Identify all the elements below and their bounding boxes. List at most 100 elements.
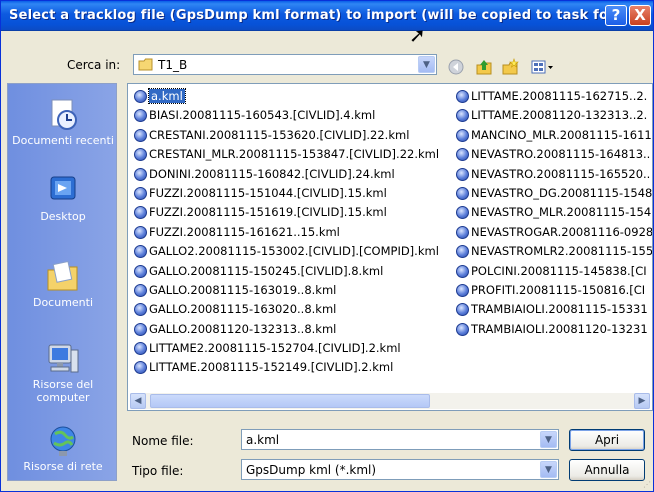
folder-icon: [138, 58, 153, 71]
file-item[interactable]: GALLO.20081115-163020..8.kml: [132, 300, 454, 319]
kml-file-icon: [134, 225, 147, 239]
place-label: Desktop: [40, 210, 86, 223]
place-recent-documents[interactable]: Documenti recenti: [8, 98, 118, 147]
file-name: LITTAME.20081115-152149.[CIVLID].2.kml: [149, 360, 394, 375]
network-places-icon: [50, 426, 76, 456]
scroll-right-icon[interactable]: ▶: [634, 393, 650, 409]
filename-input[interactable]: a.kml ▼: [241, 429, 559, 450]
file-item[interactable]: NEVASTROGAR.20081116-0928: [454, 223, 653, 242]
chevron-down-icon[interactable]: ▼: [540, 461, 557, 478]
file-name: LITTAME2.20081115-152704.[CIVLID].2.kml: [149, 341, 401, 356]
up-folder-icon[interactable]: [475, 58, 493, 76]
file-name: TRAMBIAIOLI.20081120-13231: [471, 321, 648, 336]
file-item[interactable]: NEVASTRO_DG.20081115-1548: [454, 184, 653, 203]
file-item[interactable]: FUZZI.20081115-161621..15.kml: [132, 223, 454, 242]
file-item[interactable]: CRESTANI.20081115-153620.[CIVLID].22.kml: [132, 126, 454, 145]
kml-file-icon: [134, 128, 147, 142]
file-item[interactable]: BIASI.20081115-160543.[CIVLID].4.kml: [132, 106, 454, 125]
file-name: NEVASTRO_MLR.20081115-154: [471, 205, 652, 220]
file-open-dialog: Select a tracklog file (GpsDump kml form…: [0, 0, 654, 492]
file-name: GALLO.20081120-132313..8.kml: [149, 321, 337, 336]
places-bar: Documenti recenti Desktop Documenti Riso…: [7, 83, 117, 481]
file-name: NEVASTRO.20081115-164813..: [471, 147, 651, 162]
filename-value: a.kml: [246, 433, 280, 447]
file-name: FUZZI.20081115-161621..15.kml: [149, 224, 340, 239]
chevron-down-icon[interactable]: ▼: [418, 56, 435, 73]
file-name: NEVASTRO_DG.20081115-1548: [471, 185, 653, 200]
file-item[interactable]: GALLO2.20081115-153002.[CIVLID].[COMPID]…: [132, 242, 454, 261]
look-in-combo[interactable]: T1_B ▼: [133, 54, 437, 75]
file-item[interactable]: TRAMBIAIOLI.20081120-13231: [454, 320, 652, 339]
title-bar[interactable]: Select a tracklog file (GpsDump kml form…: [1, 1, 653, 31]
file-item[interactable]: FUZZI.20081115-151044.[CIVLID].15.kml: [132, 184, 454, 203]
place-network[interactable]: Risorse di rete: [8, 424, 118, 473]
place-my-documents[interactable]: Documenti: [8, 260, 118, 309]
file-item[interactable]: TRAMBIAIOLI.20081115-15331: [454, 300, 652, 319]
file-name: a.kml: [148, 88, 186, 104]
cancel-button[interactable]: Annulla: [569, 459, 645, 481]
kml-file-icon: [134, 90, 147, 103]
resize-grip[interactable]: ⋰: [643, 480, 651, 489]
file-item[interactable]: GALLO.20081115-150245.[CIVLID].8.kml: [132, 262, 454, 281]
cancel-button-label: Annulla: [584, 463, 630, 477]
file-name: FUZZI.20081115-151619.[CIVLID].15.kml: [149, 205, 387, 220]
my-documents-icon: [47, 260, 78, 291]
file-item[interactable]: GALLO.20081115-163019..8.kml: [132, 281, 454, 300]
kml-file-icon: [134, 109, 147, 123]
place-desktop[interactable]: Desktop: [8, 174, 118, 223]
mouse-cursor-icon: ➚: [409, 23, 426, 47]
file-name: NEVASTROGAR.20081116-0928: [471, 224, 653, 239]
file-item[interactable]: MANCINO_MLR.20081115-1611: [454, 126, 652, 145]
kml-file-icon: [456, 245, 469, 259]
file-name: LITTAME.20081120-132313..2.: [471, 108, 648, 123]
scroll-left-icon[interactable]: ◀: [130, 393, 146, 409]
place-label: Documenti recenti: [12, 134, 114, 147]
file-item[interactable]: CRESTANI_MLR.20081115-153847.[CIVLID].22…: [132, 145, 454, 164]
scrollbar-thumb[interactable]: [150, 394, 430, 408]
open-button[interactable]: Apri: [569, 429, 645, 451]
place-my-computer[interactable]: Risorse del computer: [8, 342, 118, 404]
chevron-down-icon[interactable]: ▼: [540, 431, 557, 448]
back-icon[interactable]: [447, 58, 465, 76]
file-item[interactable]: LITTAME.20081115-152149.[CIVLID].2.kml: [132, 358, 454, 377]
file-item[interactable]: NEVASTRO.20081115-164813..: [454, 145, 652, 164]
file-name: FUZZI.20081115-151044.[CIVLID].15.kml: [149, 185, 387, 200]
kml-file-icon: [134, 303, 147, 317]
file-item[interactable]: GALLO.20081120-132313..8.kml: [132, 320, 454, 339]
place-label: Risorse del computer: [32, 378, 94, 404]
file-name: CRESTANI_MLR.20081115-153847.[CIVLID].22…: [149, 147, 440, 162]
file-item[interactable]: LITTAME.20081120-132313..2.: [454, 106, 652, 125]
kml-file-icon: [456, 322, 469, 336]
place-label: Documenti: [32, 296, 94, 309]
file-item[interactable]: LITTAME.20081115-162715..2.: [454, 87, 652, 106]
filetype-select[interactable]: GpsDump kml (*.kml) ▼: [241, 459, 559, 480]
file-item[interactable]: FUZZI.20081115-151619.[CIVLID].15.kml: [132, 203, 454, 222]
file-item[interactable]: DONINI.20081115-160842.[CIVLID].24.kml: [132, 165, 454, 184]
kml-file-icon: [134, 206, 147, 220]
file-list[interactable]: a.kml BIASI.20081115-160543.[CIVLID].4.km…: [127, 83, 653, 411]
close-button[interactable]: X: [629, 5, 651, 26]
file-name: NEVASTRO.20081115-165520..: [471, 166, 651, 181]
file-list-column: LITTAME.20081115-162715..2. LITTAME.20081…: [454, 87, 653, 339]
kml-file-icon: [134, 264, 147, 278]
desktop-icon: [50, 176, 76, 200]
file-item[interactable]: NEVASTRO.20081115-165520..: [454, 165, 652, 184]
new-folder-icon[interactable]: [501, 58, 519, 76]
file-name: GALLO2.20081115-153002.[CIVLID].[COMPID]…: [149, 244, 439, 259]
look-in-label: Cerca in:: [67, 58, 121, 72]
file-item[interactable]: PROFITI.20081115-150816.[CI: [454, 281, 652, 300]
file-name: BIASI.20081115-160543.[CIVLID].4.kml: [149, 108, 376, 123]
file-item[interactable]: NEVASTROMLR2.20081115-155: [454, 242, 652, 261]
file-name: GALLO.20081115-150245.[CIVLID].8.kml: [149, 263, 384, 278]
kml-file-icon: [134, 245, 147, 259]
file-item[interactable]: NEVASTRO_MLR.20081115-154: [454, 203, 652, 222]
horizontal-scrollbar[interactable]: ◀ ▶: [130, 393, 650, 409]
file-item[interactable]: LITTAME2.20081115-152704.[CIVLID].2.kml: [132, 339, 454, 358]
view-menu-icon[interactable]: [531, 58, 555, 76]
help-button[interactable]: ?: [605, 5, 627, 26]
kml-file-icon: [456, 283, 469, 297]
file-item[interactable]: a.kml: [132, 87, 454, 106]
kml-file-icon: [134, 342, 147, 356]
file-item[interactable]: POLCINI.20081115-145838.[CI: [454, 262, 652, 281]
kml-file-icon: [456, 148, 469, 162]
